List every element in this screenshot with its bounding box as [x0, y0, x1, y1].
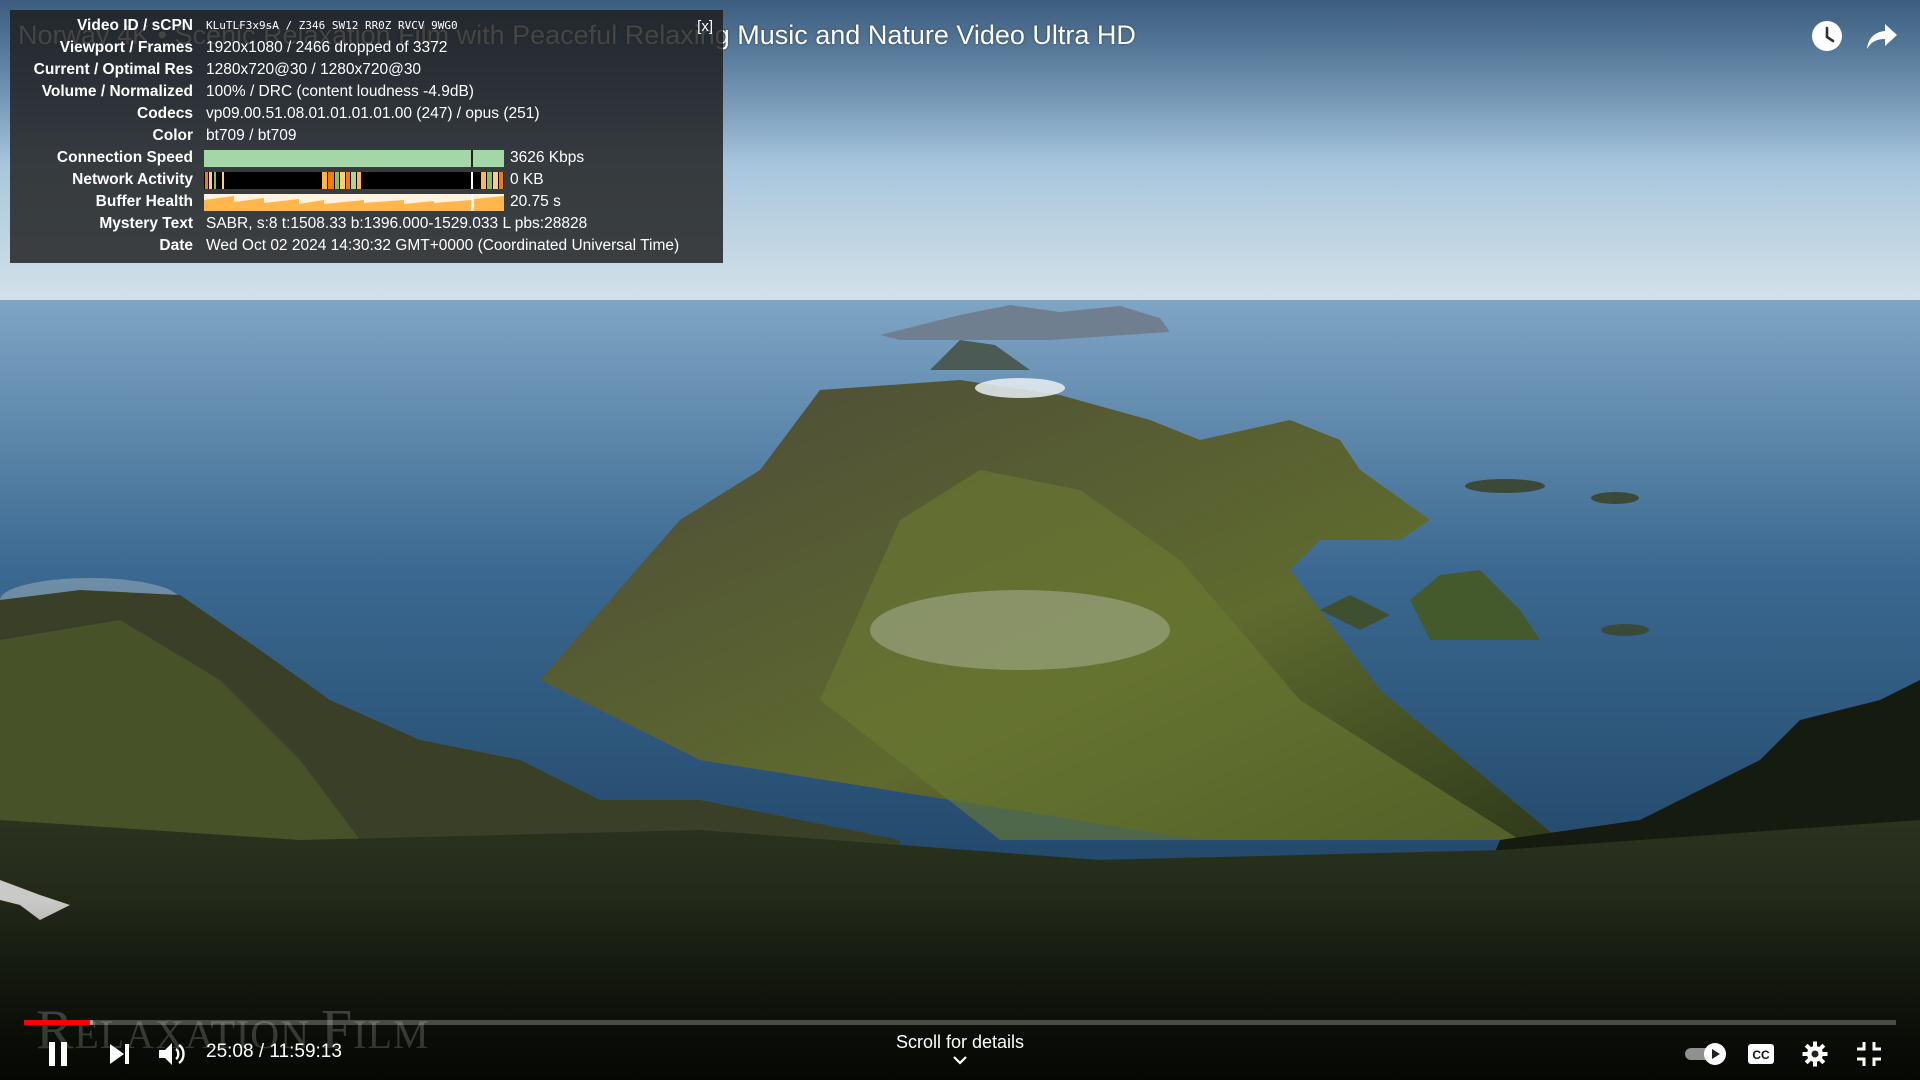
stat-label: Buffer Health: [95, 193, 193, 210]
stat-value: 1920x1080 / 2466 dropped of 3372: [206, 39, 448, 56]
scroll-hint-label: Scroll for details: [895, 1032, 1025, 1052]
video-player[interactable]: Norway 4K • Scenic Relaxation Film with …: [0, 0, 1920, 1080]
current-time: 25:08: [206, 1041, 254, 1062]
progress-bar[interactable]: [24, 1020, 1896, 1025]
play-pause-button[interactable]: [38, 1034, 78, 1074]
stat-row-buffer-health: Buffer Health 20.75 s: [10, 191, 723, 213]
stat-label: Network Activity: [72, 171, 193, 188]
gear-icon: [1802, 1041, 1828, 1067]
scroll-for-details[interactable]: Scroll for details: [860, 1032, 1060, 1065]
stat-value: SABR, s:8 t:1508.33 b:1396.000-1529.033 …: [206, 215, 588, 232]
clock-icon: [1812, 21, 1842, 51]
stat-value: bt709 / bt709: [206, 127, 297, 144]
connection-speed-graph: [204, 150, 504, 167]
stat-value: 20.75 s: [510, 193, 561, 210]
stat-value: KLuTLF3x9sA / Z346 SW12 RR0Z RVCV 9WG0: [206, 19, 458, 32]
stats-for-nerds-panel: [x] Video ID / sCPN KLuTLF3x9sA / Z346 S…: [10, 10, 723, 263]
share-button[interactable]: [1862, 16, 1902, 56]
stat-value: 1280x720@30 / 1280x720@30: [206, 61, 422, 78]
stat-row-video-id: Video ID / sCPN KLuTLF3x9sA / Z346 SW12 …: [10, 15, 723, 37]
settings-button[interactable]: [1795, 1034, 1835, 1074]
watch-later-button[interactable]: [1807, 16, 1847, 56]
stat-row-resolution: Current / Optimal Res 1280x720@30 / 1280…: [10, 59, 723, 81]
stat-value: 0 KB: [510, 171, 544, 188]
exit-fullscreen-icon: [1857, 1042, 1881, 1066]
stat-row-color: Color bt709 / bt709: [10, 125, 723, 147]
stat-row-connection-speed: Connection Speed 3626 Kbps: [10, 147, 723, 169]
stat-value: Wed Oct 02 2024 14:30:32 GMT+0000 (Coord…: [206, 237, 680, 254]
stat-label: Video ID / sCPN: [77, 17, 193, 34]
stat-label: Mystery Text: [99, 215, 193, 232]
stat-label: Volume / Normalized: [41, 83, 193, 100]
progress-played: [24, 1020, 90, 1025]
network-activity-graph: [204, 172, 504, 189]
stat-row-mystery-text: Mystery Text SABR, s:8 t:1508.33 b:1396.…: [10, 213, 723, 235]
svg-text:CC: CC: [1752, 1048, 1770, 1062]
stat-label: Color: [152, 127, 193, 144]
stat-label: Date: [159, 237, 193, 254]
stat-label: Current / Optimal Res: [33, 61, 193, 78]
subtitles-button[interactable]: CC: [1741, 1034, 1781, 1074]
autoplay-toggle-icon: [1685, 1043, 1726, 1065]
chevron-down-icon: [953, 1056, 967, 1065]
stat-row-network-activity: Network Activity 0 KB: [10, 169, 723, 191]
buffer-health-graph: [204, 194, 504, 211]
volume-icon: [159, 1043, 185, 1065]
stat-value: 100% / DRC (content loudness -4.9dB): [206, 83, 474, 100]
watermark-text: ILM: [353, 1012, 430, 1057]
exit-fullscreen-button[interactable]: [1849, 1034, 1889, 1074]
stat-label: Viewport / Frames: [59, 39, 193, 56]
pause-icon: [49, 1042, 67, 1066]
time-display: 25:08 / 11:59:13: [206, 1040, 342, 1064]
stat-row-date: Date Wed Oct 02 2024 14:30:32 GMT+0000 (…: [10, 235, 723, 257]
time-separator: /: [253, 1041, 270, 1062]
stat-value: vp09.00.51.08.01.01.01.01.00 (247) / opu…: [206, 105, 540, 122]
next-track-icon: [110, 1044, 129, 1064]
stat-row-viewport: Viewport / Frames 1920x1080 / 2466 dropp…: [10, 37, 723, 59]
next-video-button[interactable]: [100, 1034, 140, 1074]
stat-row-volume: Volume / Normalized 100% / DRC (content …: [10, 81, 723, 103]
stat-label: Codecs: [137, 105, 193, 122]
share-arrow-icon: [1867, 24, 1897, 49]
stat-row-codecs: Codecs vp09.00.51.08.01.01.01.01.00 (247…: [10, 103, 723, 125]
autoplay-toggle[interactable]: [1682, 1034, 1730, 1074]
stat-value: 3626 Kbps: [510, 149, 585, 166]
stat-label: Connection Speed: [56, 149, 193, 166]
duration: 11:59:13: [269, 1041, 342, 1062]
closed-captions-icon: CC: [1748, 1044, 1774, 1064]
mute-button[interactable]: [152, 1034, 192, 1074]
